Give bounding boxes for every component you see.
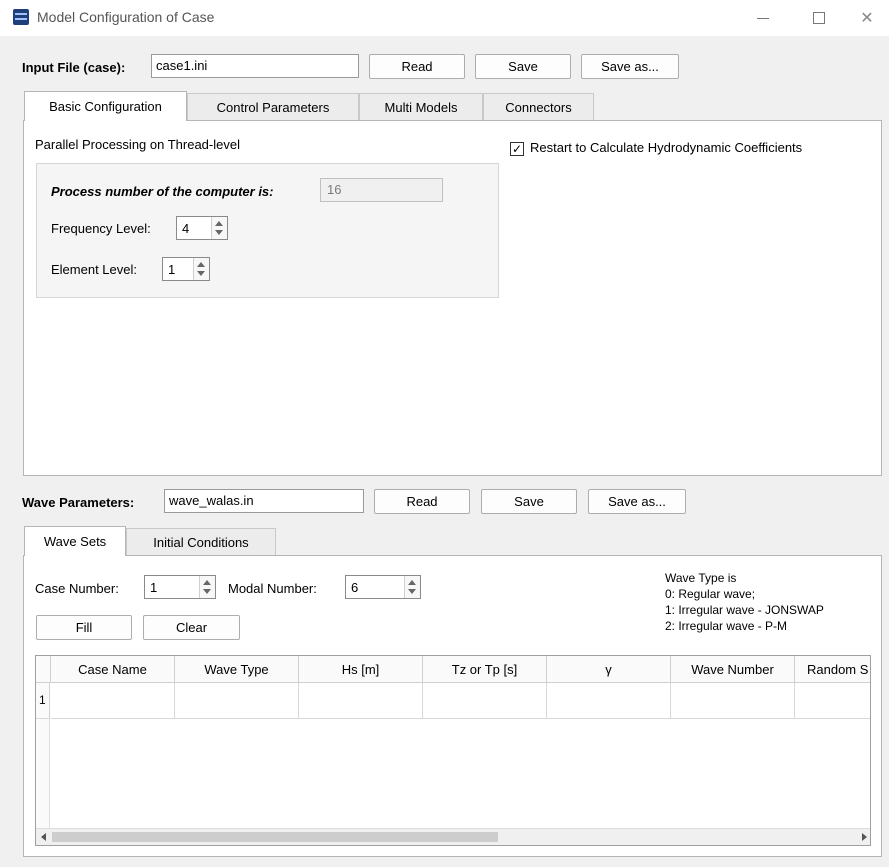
spin-arrows-icon[interactable]	[211, 217, 227, 239]
frequency-level-spinbox[interactable]: 4	[176, 216, 228, 240]
modal-number-value: 6	[351, 580, 359, 595]
column-header-random-seed[interactable]: Random S	[795, 656, 870, 683]
column-header-case-name[interactable]: Case Name	[51, 656, 175, 683]
table-cell[interactable]	[299, 683, 423, 719]
maximize-icon	[813, 12, 825, 24]
tab-control-parameters[interactable]: Control Parameters	[187, 93, 359, 121]
wave-type-legend-line: 0: Regular wave;	[665, 587, 756, 601]
spin-arrows-icon[interactable]	[193, 258, 209, 280]
wave-sets-panel: Case Number: 1 Modal Number: 6 Fill Clea…	[23, 555, 882, 857]
table-cell[interactable]	[671, 683, 795, 719]
scrollbar-thumb[interactable]	[52, 832, 498, 842]
scroll-right-icon[interactable]	[862, 833, 867, 841]
frequency-level-value: 4	[182, 221, 190, 236]
horizontal-scrollbar[interactable]	[36, 828, 870, 845]
table-header: Case Name Wave Type Hs [m] Tz or Tp [s] …	[36, 656, 870, 683]
process-number-label: Process number of the computer is:	[51, 184, 274, 199]
thread-level-group: Process number of the computer is: 16 Fr…	[36, 163, 499, 298]
process-number-field: 16	[320, 178, 443, 202]
table-cell[interactable]	[423, 683, 547, 719]
input-file-label: Input File (case):	[22, 60, 126, 75]
case-number-label: Case Number:	[35, 581, 119, 596]
table-cell[interactable]	[795, 683, 870, 719]
wave-type-legend-line: Wave Type is	[665, 571, 737, 585]
parallel-processing-label: Parallel Processing on Thread-level	[35, 137, 240, 152]
scroll-left-icon[interactable]	[41, 833, 46, 841]
modal-number-label: Modal Number:	[228, 581, 317, 596]
close-button[interactable]: ✕	[845, 3, 889, 33]
element-level-spinbox[interactable]: 1	[162, 257, 210, 281]
column-header-tz-tp[interactable]: Tz or Tp [s]	[423, 656, 547, 683]
wave-type-legend: Wave Type is 0: Regular wave; 1: Irregul…	[665, 570, 824, 634]
element-level-value: 1	[168, 262, 176, 277]
input-save-as-button[interactable]: Save as...	[581, 54, 679, 79]
maximize-button[interactable]	[797, 3, 841, 33]
wave-parameters-label: Wave Parameters:	[22, 495, 135, 510]
clear-button[interactable]: Clear	[143, 615, 240, 640]
wave-type-legend-line: 1: Irregular wave - JONSWAP	[665, 603, 824, 617]
restart-label: Restart to Calculate Hydrodynamic Coeffi…	[530, 140, 803, 155]
row-header[interactable]: 1	[36, 683, 50, 719]
row-header-empty	[36, 719, 50, 829]
case-number-value: 1	[150, 580, 158, 595]
column-header-wave-number[interactable]: Wave Number	[671, 656, 795, 683]
check-icon: ✓	[511, 142, 523, 156]
column-header-gamma[interactable]: γ	[547, 656, 671, 683]
table-cell[interactable]	[175, 683, 299, 719]
wave-save-as-button[interactable]: Save as...	[588, 489, 686, 514]
minimize-button[interactable]	[741, 3, 785, 33]
input-save-button[interactable]: Save	[475, 54, 571, 79]
row-number: 1	[39, 693, 46, 707]
frequency-level-label: Frequency Level:	[51, 221, 151, 236]
window-title: Model Configuration of Case	[37, 9, 215, 25]
spin-arrows-icon[interactable]	[199, 576, 215, 598]
wave-file-field[interactable]: wave_walas.in	[164, 489, 364, 513]
tab-initial-conditions[interactable]: Initial Conditions	[126, 528, 276, 556]
column-header-wave-type[interactable]: Wave Type	[175, 656, 299, 683]
fill-button[interactable]: Fill	[36, 615, 132, 640]
wave-read-button[interactable]: Read	[374, 489, 470, 514]
column-header-hs[interactable]: Hs [m]	[299, 656, 423, 683]
tab-basic-configuration[interactable]: Basic Configuration	[24, 91, 187, 121]
wave-save-button[interactable]: Save	[481, 489, 577, 514]
case-number-spinbox[interactable]: 1	[144, 575, 216, 599]
title-bar: Model Configuration of Case ✕	[0, 0, 889, 36]
tab-wave-sets[interactable]: Wave Sets	[24, 526, 126, 556]
modal-number-spinbox[interactable]: 6	[345, 575, 421, 599]
wave-sets-table[interactable]: Case Name Wave Type Hs [m] Tz or Tp [s] …	[35, 655, 871, 846]
tab-connectors[interactable]: Connectors	[483, 93, 594, 121]
wave-type-legend-line: 2: Irregular wave - P-M	[665, 619, 788, 633]
input-file-field[interactable]: case1.ini	[151, 54, 359, 78]
table-cell[interactable]	[51, 683, 175, 719]
tab-multi-models[interactable]: Multi Models	[359, 93, 483, 121]
minimize-icon	[757, 17, 769, 19]
table-cell[interactable]	[547, 683, 671, 719]
corner-header[interactable]	[36, 656, 51, 683]
spin-arrows-icon[interactable]	[404, 576, 420, 598]
input-read-button[interactable]: Read	[369, 54, 465, 79]
close-icon: ✕	[860, 10, 874, 27]
app-icon	[13, 9, 29, 25]
restart-checkbox[interactable]: ✓	[510, 142, 524, 156]
element-level-label: Element Level:	[51, 262, 137, 277]
basic-configuration-panel: Parallel Processing on Thread-level ✓ Re…	[23, 120, 882, 476]
